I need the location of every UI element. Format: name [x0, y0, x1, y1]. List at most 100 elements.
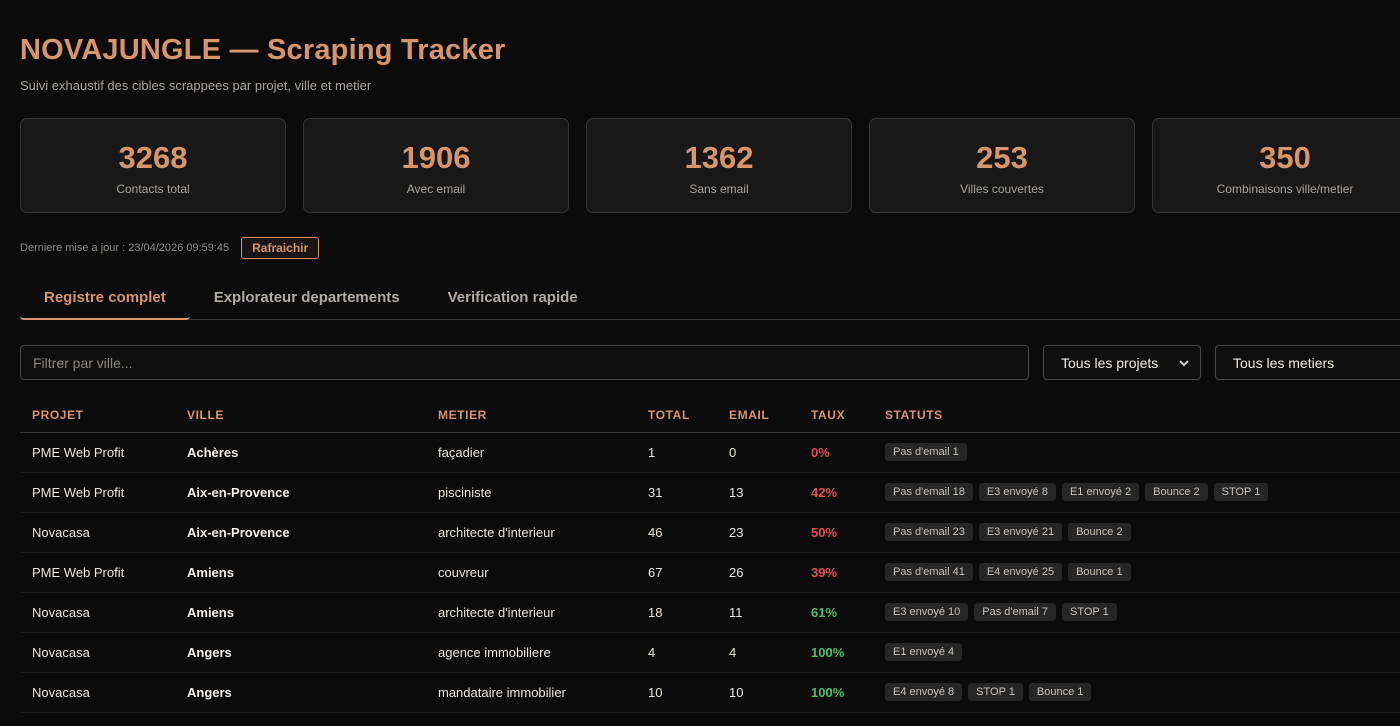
cell-metier: mandataire immobilier — [426, 672, 636, 713]
stat-label: Sans email — [689, 181, 749, 196]
page-subtitle: Suivi exhaustif des cibles scrappees par… — [20, 78, 372, 93]
last-update-text: Derniere mise a jour : 23/04/2026 09:59:… — [20, 242, 230, 254]
cell-taux: 42% — [799, 472, 873, 513]
tab-verification-rapide[interactable]: Verification rapide — [424, 278, 602, 320]
cell-email: 11 — [717, 592, 799, 633]
column-header-taux[interactable]: TAUX — [799, 398, 873, 433]
status-badge: STOP 1 — [968, 683, 1023, 701]
cell-metier: pisciniste — [426, 472, 636, 513]
cell-projet: PME Web Profit — [20, 472, 175, 513]
table-body: PME Web Profit Achères façadier 1 0 0% Pas d'e… — [20, 432, 1400, 713]
cell-ville: Aix-en-Provence — [175, 472, 426, 513]
status-badge: E1 envoyé 2 — [1061, 483, 1140, 501]
stat-value: 1906 — [401, 139, 471, 175]
table-row[interactable]: PME Web Profit Aix-en-Provence pisciniste 3… — [20, 472, 1400, 513]
cell-total: 10 — [636, 672, 717, 713]
page-title: NOVAJUNGLE — Scraping Tracker — [20, 34, 506, 66]
cell-taux: 100% — [799, 672, 873, 713]
cell-total: 4 — [636, 632, 717, 673]
table-row[interactable]: Novacasa Aix-en-Provence architecte d'inte… — [20, 512, 1400, 553]
stat-card-villes: 253 Villes couvertes — [869, 118, 1135, 213]
tab-bar: Registre complet Explorateur departement… — [20, 278, 1400, 320]
cell-metier: couvreur — [426, 552, 636, 593]
stat-value: 350 — [1259, 139, 1311, 175]
cell-total: 1 — [636, 432, 717, 473]
cell-ville: Achères — [175, 432, 426, 473]
metier-select-value: Tous les metiers — [1233, 354, 1335, 371]
tab-registre-complet[interactable]: Registre complet — [20, 278, 190, 320]
cell-email: 26 — [717, 552, 799, 593]
cell-statuts: E3 envoyé 10 Pas d'email 7 STOP 1 — [873, 592, 1400, 633]
cell-metier: architecte d'interieur — [426, 512, 636, 553]
cell-metier: architecte d'interieur — [426, 592, 636, 633]
stat-label: Contacts total — [116, 181, 190, 196]
column-header-projet[interactable]: PROJET — [20, 398, 175, 433]
column-header-ville[interactable]: VILLE — [175, 398, 426, 433]
cell-taux: 50% — [799, 512, 873, 553]
cell-projet: Novacasa — [20, 512, 175, 553]
cell-ville: Angers — [175, 632, 426, 673]
cell-email: 0 — [717, 432, 799, 473]
status-badge: E4 envoyé 8 — [885, 683, 963, 701]
status-badge: Bounce 2 — [1145, 483, 1208, 501]
status-badge: E3 envoyé 21 — [978, 523, 1063, 541]
tab-explorateur-departements[interactable]: Explorateur departements — [190, 278, 424, 320]
projet-select[interactable]: Tous les projets — [1043, 345, 1201, 380]
cell-statuts: E4 envoyé 8 STOP 1 Bounce 1 — [873, 672, 1400, 713]
taux-value: 100% — [811, 644, 845, 660]
cell-taux: 100% — [799, 632, 873, 673]
stat-label: Combinaisons ville/metier — [1216, 181, 1354, 196]
stat-value: 3268 — [118, 139, 188, 175]
cell-total: 67 — [636, 552, 717, 593]
cell-projet: PME Web Profit — [20, 552, 175, 593]
table-row[interactable]: Novacasa Angers mandataire immobilier 10 10 1… — [20, 672, 1400, 713]
refresh-button[interactable]: Rafraichir — [241, 237, 320, 259]
page: NOVAJUNGLE — Scraping Tracker Suivi exha… — [0, 0, 1400, 726]
status-badge: STOP 1 — [1213, 483, 1269, 501]
cell-email: 13 — [717, 472, 799, 513]
cell-projet: PME Web Profit — [20, 432, 175, 473]
column-header-total[interactable]: TOTAL — [636, 398, 717, 433]
registre-table: PROJET VILLE METIER TOTAL EMAIL TAUX STA… — [20, 398, 1400, 713]
taux-value: 39% — [811, 564, 838, 580]
stat-card-sans-email: 1362 Sans email — [586, 118, 852, 213]
cell-metier: façadier — [426, 432, 636, 473]
table-row[interactable]: Novacasa Amiens architecte d'interieur 18 11… — [20, 592, 1400, 633]
taux-value: 100% — [811, 684, 845, 700]
table-row[interactable]: PME Web Profit Achères façadier 1 0 0% Pas d'e… — [20, 432, 1400, 473]
status-badge: E4 envoyé 25 — [978, 563, 1063, 581]
stat-label: Villes couvertes — [960, 181, 1044, 196]
cell-total: 46 — [636, 512, 717, 553]
column-header-email[interactable]: EMAIL — [717, 398, 799, 433]
cell-ville: Angers — [175, 672, 426, 713]
ville-filter-input[interactable] — [20, 345, 1029, 380]
status-badge: E3 envoyé 10 — [885, 603, 969, 621]
metier-select[interactable]: Tous les metiers — [1215, 345, 1400, 380]
status-badge: Pas d'email 23 — [885, 523, 973, 541]
status-badge: Pas d'email 7 — [974, 603, 1056, 621]
cell-email: 23 — [717, 512, 799, 553]
status-badge: Pas d'email 18 — [885, 483, 973, 501]
column-header-statuts[interactable]: STATUTS — [873, 398, 1400, 433]
table-row[interactable]: PME Web Profit Amiens couvreur 67 26 39% Pas d… — [20, 552, 1400, 593]
taux-value: 0% — [811, 444, 830, 460]
cell-total: 31 — [636, 472, 717, 513]
stat-label: Avec email — [406, 181, 466, 196]
cell-email: 4 — [717, 632, 799, 673]
cell-statuts: Pas d'email 41 E4 envoyé 25 Bounce 1 — [873, 552, 1400, 593]
cell-taux: 61% — [799, 592, 873, 633]
chevron-down-icon — [1179, 359, 1189, 366]
cell-ville: Amiens — [175, 552, 426, 593]
stat-card-combinaisons: 350 Combinaisons ville/metier — [1152, 118, 1400, 213]
status-badge: STOP 1 — [1061, 603, 1117, 621]
cell-statuts: Pas d'email 1 — [873, 432, 1400, 473]
stat-value: 1362 — [684, 139, 754, 175]
table-row[interactable]: Novacasa Angers agence immobiliere 4 4 100% E1… — [20, 632, 1400, 673]
cell-statuts: Pas d'email 18 E3 envoyé 8 E1 envoyé 2 Boun… — [873, 472, 1400, 513]
cell-ville: Amiens — [175, 592, 426, 633]
cell-projet: Novacasa — [20, 672, 175, 713]
cell-taux: 39% — [799, 552, 873, 593]
column-header-metier[interactable]: METIER — [426, 398, 636, 433]
status-badge: Bounce 1 — [1028, 683, 1092, 701]
update-row: Derniere mise a jour : 23/04/2026 09:59:… — [20, 237, 320, 259]
